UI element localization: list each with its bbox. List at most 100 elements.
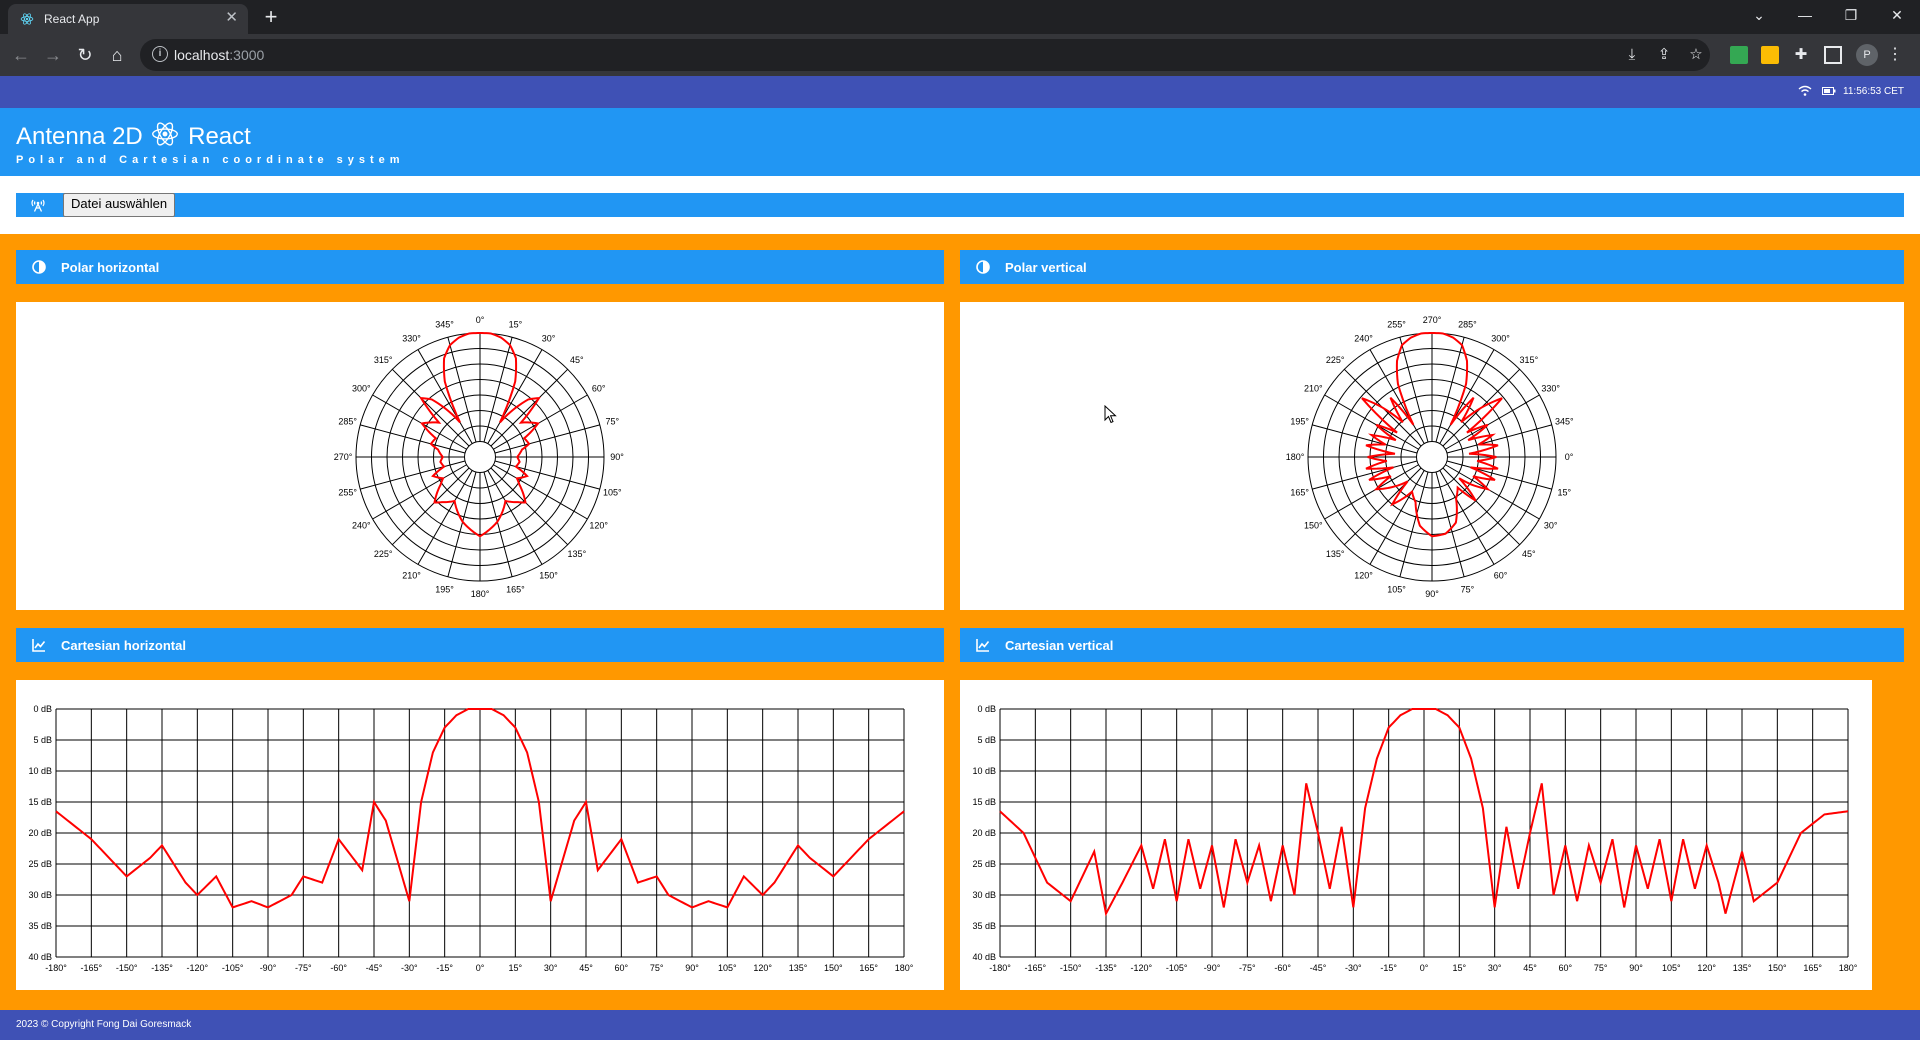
share-icon[interactable]: ⇪: [1654, 45, 1674, 65]
tab-search-icon[interactable]: ⌄: [1736, 0, 1782, 30]
x-tick-label: -60°: [330, 963, 347, 973]
extensions-puzzle-icon[interactable]: ✚: [1792, 46, 1810, 64]
minimize-icon[interactable]: —: [1782, 0, 1828, 30]
x-tick-label: 165°: [1803, 963, 1822, 973]
polar-vertical-card: 270° 285° 300° 315° 330° 345° 0° 15° 30° 45° 60° 75…: [960, 302, 1904, 610]
y-tick-label: 35 dB: [28, 921, 52, 931]
polar-angle-label: 210°: [402, 571, 421, 581]
x-tick-label: 90°: [1629, 963, 1643, 973]
polar-spoke: [1343, 467, 1422, 546]
x-tick-label: 75°: [650, 963, 664, 973]
polar-angle-label: 90°: [610, 452, 624, 462]
y-tick-label: 15 dB: [972, 797, 996, 807]
browser-menu-icon[interactable]: ⋮: [1886, 46, 1904, 64]
y-tick-label: 15 dB: [28, 797, 52, 807]
app-footer: 2023 © Copyright Fong Dai Goresmack: [0, 1010, 1920, 1040]
x-tick-label: -180°: [45, 963, 67, 973]
y-tick-label: 5 dB: [977, 735, 996, 745]
polar-angle-label: 75°: [606, 417, 620, 427]
system-status-bar: 11:56:53 CET: [0, 76, 1920, 108]
close-window-icon[interactable]: ✕: [1874, 0, 1920, 30]
polar-spoke: [490, 467, 569, 546]
panel-title: Polar vertical: [1005, 260, 1087, 275]
reload-icon[interactable]: ↻: [72, 42, 98, 68]
x-tick-label: -180°: [989, 963, 1011, 973]
profile-avatar[interactable]: P: [1856, 44, 1878, 66]
x-tick-label: 30°: [1488, 963, 1502, 973]
polar-vertical-header: Polar vertical: [960, 250, 1904, 284]
tab-title: React App: [44, 12, 100, 26]
home-icon[interactable]: ⌂: [104, 42, 130, 68]
x-tick-label: 135°: [789, 963, 808, 973]
x-tick-label: -75°: [1239, 963, 1256, 973]
polar-angle-label: 255°: [338, 487, 357, 497]
y-tick-label: 40 dB: [28, 952, 52, 962]
extension-green-icon[interactable]: [1730, 46, 1748, 64]
x-tick-label: 45°: [579, 963, 593, 973]
contrast-icon: [32, 260, 46, 274]
bookmark-star-icon[interactable]: ☆: [1686, 45, 1706, 65]
browser-tab-strip: React App ✕ + ⌄ — ❐ ✕: [0, 0, 1920, 34]
polar-angle-label: 195°: [435, 584, 454, 594]
app-header: Antenna 2D React Polar and Cartesian coo…: [0, 108, 1920, 176]
cartesian-horizontal-card: -180° -165° -150° -135° -120° -105° -90° -75° -6…: [16, 680, 944, 990]
choose-file-button[interactable]: Datei auswählen: [63, 193, 176, 217]
y-tick-label: 40 dB: [972, 952, 996, 962]
x-tick-label: -45°: [366, 963, 383, 973]
polar-angle-label: 255°: [1387, 320, 1406, 330]
x-tick-label: 45°: [1523, 963, 1537, 973]
polar-angle-label: 210°: [1304, 384, 1323, 394]
site-info-icon[interactable]: i: [152, 46, 168, 62]
y-tick-label: 25 dB: [28, 859, 52, 869]
polar-angle-label: 330°: [1541, 384, 1560, 394]
polar-angle-label: 165°: [1290, 487, 1309, 497]
y-tick-label: 35 dB: [972, 921, 996, 931]
line-chart-icon: [976, 639, 990, 652]
close-tab-icon[interactable]: ✕: [225, 9, 238, 27]
antenna-charts-grid: Polar horizontal 0° 15° 30° 45° 60° 75° 90° 105…: [0, 234, 1920, 1010]
y-tick-label: 25 dB: [972, 859, 996, 869]
polar-angle-label: 135°: [568, 549, 587, 559]
extension-download-icon[interactable]: [1761, 46, 1779, 64]
browser-tab[interactable]: React App ✕: [8, 4, 248, 34]
polar-horizontal-chart: 0° 15° 30° 45° 60° 75° 90° 105° 120° 135° 150° 165°…: [334, 315, 625, 599]
polar-angle-label: 330°: [402, 333, 421, 343]
x-tick-label: -105°: [1166, 963, 1188, 973]
polar-angle-label: 195°: [1290, 417, 1309, 427]
new-tab-icon[interactable]: +: [258, 4, 284, 30]
x-tick-label: -90°: [1204, 963, 1221, 973]
x-tick-label: 135°: [1733, 963, 1752, 973]
x-tick-label: 150°: [1768, 963, 1787, 973]
polar-angle-label: 315°: [1520, 355, 1539, 365]
x-tick-label: 180°: [895, 963, 914, 973]
back-icon[interactable]: ←: [8, 42, 34, 68]
forward-icon[interactable]: →: [40, 42, 66, 68]
install-app-icon[interactable]: ⤓: [1622, 45, 1642, 65]
x-tick-label: 0°: [1420, 963, 1429, 973]
polar-horizontal-header: Polar horizontal: [16, 250, 944, 284]
polar-ring: [464, 441, 496, 473]
side-panel-icon[interactable]: [1824, 46, 1842, 64]
panel-title: Cartesian horizontal: [61, 638, 186, 653]
x-tick-label: 30°: [544, 963, 558, 973]
polar-ring: [1416, 441, 1448, 473]
x-tick-label: -150°: [1060, 963, 1082, 973]
polar-angle-label: 240°: [1354, 333, 1373, 343]
x-tick-label: 120°: [1697, 963, 1716, 973]
x-tick-label: 180°: [1839, 963, 1858, 973]
polar-angle-label: 285°: [1458, 320, 1477, 330]
polar-angle-label: 345°: [435, 320, 454, 330]
polar-horizontal-card: 0° 15° 30° 45° 60° 75° 90° 105° 120° 135° 150° 165°…: [16, 302, 944, 610]
x-tick-label: -30°: [401, 963, 418, 973]
x-tick-label: 15°: [509, 963, 523, 973]
restore-icon[interactable]: ❐: [1828, 0, 1874, 30]
x-tick-label: 105°: [1662, 963, 1681, 973]
x-tick-label: -30°: [1345, 963, 1362, 973]
x-tick-label: -45°: [1310, 963, 1327, 973]
x-tick-label: -75°: [295, 963, 312, 973]
antenna-icon: [31, 199, 45, 212]
y-tick-label: 5 dB: [33, 735, 52, 745]
polar-angle-label: 285°: [338, 417, 357, 427]
x-tick-label: -60°: [1274, 963, 1291, 973]
address-bar[interactable]: i localhost:3000 ⤓ ⇪ ☆: [140, 39, 1710, 71]
